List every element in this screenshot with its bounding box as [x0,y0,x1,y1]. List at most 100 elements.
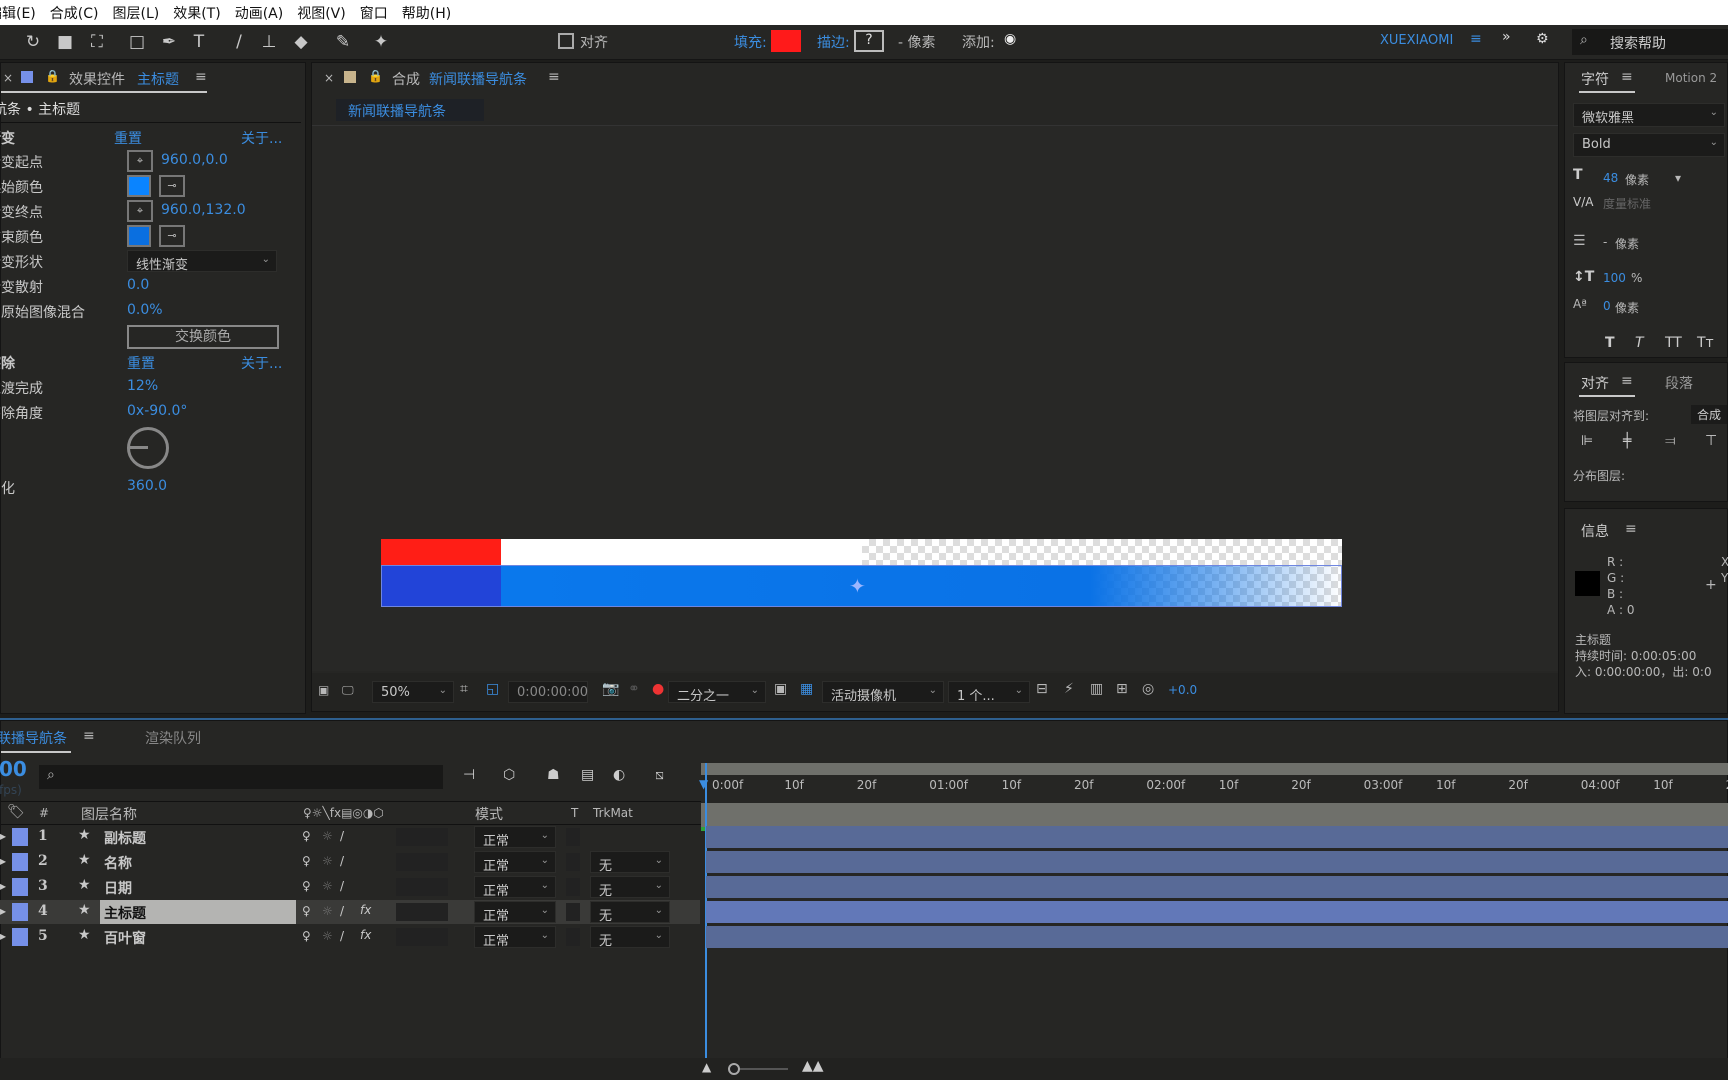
workspace-name[interactable]: XUEXIAOMI [1380,33,1453,48]
eyedropper-icon[interactable]: ⊸ [159,225,185,247]
stroke-color-swatch[interactable]: ? [854,30,884,52]
scatter-value[interactable]: 0.0 [127,277,149,293]
expand-arrow-icon[interactable]: ▸ [0,879,6,893]
timecode-display[interactable]: 0:00:00:00 [508,681,588,703]
blend-mode-dropdown[interactable]: 正常 ⌄ [474,876,556,899]
always-preview-icon[interactable]: ▣ [318,683,329,697]
zoom-dropdown[interactable]: 50% ⌄ [372,681,454,703]
layer-switches[interactable] [396,828,448,846]
font-family-dropdown[interactable]: 微软雅黑 ⌄ [1573,103,1725,127]
menu-view[interactable]: 视图(V) [297,3,346,23]
show-snapshot-icon[interactable]: ⚭ [628,681,640,697]
frame-blending-icon[interactable]: ▤ [581,767,594,783]
snapshot-icon[interactable]: 📷 [602,681,619,697]
wipe-about[interactable]: 关于... [241,353,282,373]
lock-icon[interactable]: 🔒 [368,69,383,83]
menu-edit[interactable]: 编辑(E) [0,3,36,23]
comp-tab[interactable]: 新闻联播导航条 [429,69,527,89]
expand-arrow-icon[interactable]: ▸ [0,829,6,843]
add-button-icon[interactable]: ◉ [1004,31,1016,47]
layer-name[interactable]: 百叶窗 [100,925,296,949]
collapse-switch-icon[interactable]: ☼ [322,829,333,843]
all-caps-icon[interactable]: TT [1665,335,1682,351]
layer-duration-bar[interactable] [706,876,1728,898]
paragraph-tab[interactable]: 段落 [1665,373,1693,393]
align-to-dropdown[interactable]: 合成 [1691,405,1727,424]
channel-icon[interactable]: ● [652,681,664,697]
monitor-icon[interactable]: 🖵 [342,683,354,698]
layer-switches[interactable] [396,853,448,871]
work-area-bar[interactable] [701,763,1728,775]
fill-color-swatch[interactable] [771,30,801,52]
expand-arrow-icon[interactable]: ▸ [0,854,6,868]
pan-behind-tool-icon[interactable]: ⛶ [86,31,108,53]
blend-mode-dropdown[interactable]: 正常 ⌄ [474,826,556,849]
expand-arrow-icon[interactable]: ▸ [0,929,6,943]
layer-name[interactable]: 副标题 [100,825,296,849]
layer-switches[interactable] [396,878,448,896]
fx-icon[interactable]: fx [360,928,371,942]
layer-name[interactable]: 主标题 [100,900,296,924]
quality-switch-icon[interactable]: / [340,879,344,893]
blend-value[interactable]: 0.0% [127,302,163,318]
preserve-transparency-toggle[interactable] [566,878,580,896]
roto-brush-tool-icon[interactable]: ✎ [332,31,354,53]
resolution-dropdown[interactable]: 二分之一 ⌄ [668,681,766,704]
help-search-input[interactable]: ⌕ 搜索帮助 [1572,29,1728,55]
baseline-value[interactable]: 0 [1603,299,1611,313]
safe-margins-icon[interactable]: ⌗ [460,681,468,697]
label-color-icon[interactable] [12,853,28,871]
shy-switch-icon[interactable]: ♀ [302,929,311,943]
panel-menu-icon[interactable]: ≡ [548,69,560,85]
layer-row[interactable]: ▸ 4 ★ 主标题 ♀ ☼ / fx 正常 ⌄ 无 ⌄ [0,900,700,924]
motion2-tab[interactable]: Motion 2 [1665,71,1717,85]
menu-composition[interactable]: 合成(C) [50,3,99,23]
shy-switch-icon[interactable]: ♀ [302,829,311,843]
panel-menu-icon[interactable]: ≡ [83,728,95,744]
comp-breadcrumb[interactable]: 新闻联播导航条 [336,99,484,121]
info-tab[interactable]: 信息 [1581,521,1609,541]
shy-switch-icon[interactable]: ♀ [302,879,311,893]
effect-gradient-name[interactable]: 渐变 [0,128,15,148]
puppet-pin-tool-icon[interactable]: ✦ [370,31,392,53]
gradient-about[interactable]: 关于... [241,128,282,148]
effect-wipe-name[interactable]: 擦除 [0,353,15,373]
comp-mini-flowchart-icon[interactable]: ⊣ [463,767,475,783]
eyedropper-icon[interactable]: ⊸ [159,175,185,197]
exposure-value[interactable]: +0.0 [1168,683,1197,697]
more-workspaces-icon[interactable]: » [1502,29,1511,45]
text-tool-icon[interactable]: T [188,31,210,53]
eraser-tool-icon[interactable]: ◆ [290,31,312,53]
reset-exposure-icon[interactable]: ◎ [1142,681,1154,697]
transparency-grid-icon[interactable]: ▦ [800,681,813,697]
pen-tool-icon[interactable]: ✒ [158,31,180,53]
collapse-switch-icon[interactable]: ☼ [322,879,333,893]
expand-arrow-icon[interactable]: ▸ [0,904,6,918]
angle-dial[interactable] [127,427,169,469]
align-tab[interactable]: 对齐 [1581,373,1609,393]
gradient-shape-dropdown[interactable]: 线性渐变 ⌄ [127,250,277,273]
zoom-slider[interactable] [732,1068,788,1070]
wipe-reset[interactable]: 重置 [127,353,155,373]
layer-name[interactable]: 日期 [100,875,296,899]
effect-controls-tab[interactable]: 效果控件 [69,69,125,89]
faux-bold-icon[interactable]: T [1605,335,1615,351]
trkmat-dropdown[interactable]: 无 ⌄ [590,901,670,924]
blend-mode-dropdown[interactable]: 正常 ⌄ [474,926,556,949]
label-color-icon[interactable] [12,878,28,896]
collapse-switch-icon[interactable]: ☼ [322,854,333,868]
layer-switches[interactable] [396,903,448,921]
preserve-transparency-toggle[interactable] [566,828,580,846]
quality-switch-icon[interactable]: / [340,829,344,843]
brush-tool-icon[interactable]: / [228,31,250,53]
layer-duration-bar[interactable] [706,826,1728,848]
sync-settings-icon[interactable]: ⚙ [1536,31,1549,47]
label-color-icon[interactable] [12,903,28,921]
flowchart-icon[interactable]: ⊞ [1116,681,1128,697]
rotate-tool-icon[interactable]: ↻ [22,31,44,53]
mask-visibility-icon[interactable]: ◱ [486,681,499,697]
close-tab-icon[interactable]: × [3,71,13,85]
draft-3d-icon[interactable]: ⬡ [503,767,515,783]
layer-row[interactable]: ▸ 3 ★ 日期 ♀ ☼ / 正常 ⌄ 无 ⌄ [0,875,700,899]
graph-editor-icon[interactable]: ⧅ [655,767,664,783]
